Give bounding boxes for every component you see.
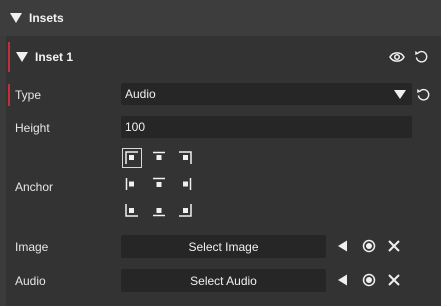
anchor-middle-center-icon [153,177,165,187]
type-label: Type [15,88,42,102]
height-value: 100 [125,120,146,134]
close-icon[interactable] [387,239,401,253]
image-label: Image [15,240,49,254]
anchor-label: Anchor [15,180,54,194]
type-accent-bar [8,84,10,106]
type-dropdown[interactable]: Audio [121,83,412,105]
anchor-top-left-icon [125,151,138,164]
reset-icon[interactable] [414,49,429,64]
insets-section-header[interactable]: Insets [0,0,441,36]
reset-icon[interactable] [416,87,431,102]
inset-header[interactable]: Inset 1 [6,42,441,72]
section-title: Insets [29,11,64,25]
select-image-button[interactable]: Select Image [121,235,326,258]
anchor-bottom-center-icon [153,208,165,217]
anchor-top-right-button[interactable] [175,148,195,168]
anchor-bottom-center-button[interactable] [149,200,169,220]
height-input[interactable]: 100 [121,116,412,138]
audio-label: Audio [15,274,46,288]
anchor-bottom-right-icon [179,204,192,217]
play-back-icon[interactable] [336,239,350,253]
anchor-top-left-button[interactable] [122,148,142,168]
triangle-down-icon[interactable] [16,52,28,62]
anchor-bottom-left-button[interactable] [122,200,142,220]
inset-panel: Inset 1 Type Audio Height 100 Anchor Ima… [6,36,441,306]
anchor-top-center-icon [153,151,165,160]
inset-title: Inset 1 [35,50,74,64]
anchor-middle-left-icon [125,178,134,190]
type-value: Audio [125,87,156,101]
radio-target-icon[interactable] [362,239,376,253]
close-icon[interactable] [387,273,401,287]
select-audio-button[interactable]: Select Audio [121,269,326,292]
anchor-top-center-button[interactable] [149,148,169,168]
anchor-bottom-left-icon [125,204,138,217]
anchor-middle-right-icon [183,178,192,190]
radio-target-icon[interactable] [362,273,376,287]
anchor-top-right-icon [179,151,192,164]
anchor-bottom-right-button[interactable] [175,200,195,220]
dropdown-arrow-icon [394,90,406,99]
play-back-icon[interactable] [336,273,350,287]
triangle-down-icon[interactable] [10,13,22,23]
anchor-middle-left-button[interactable] [122,174,142,194]
insets-inspector: Insets Inset 1 Type Audio Height 100 Anc… [0,0,441,306]
eye-icon[interactable] [389,50,405,64]
height-label: Height [15,121,50,135]
anchor-middle-right-button[interactable] [175,174,195,194]
anchor-middle-center-button[interactable] [149,174,169,194]
